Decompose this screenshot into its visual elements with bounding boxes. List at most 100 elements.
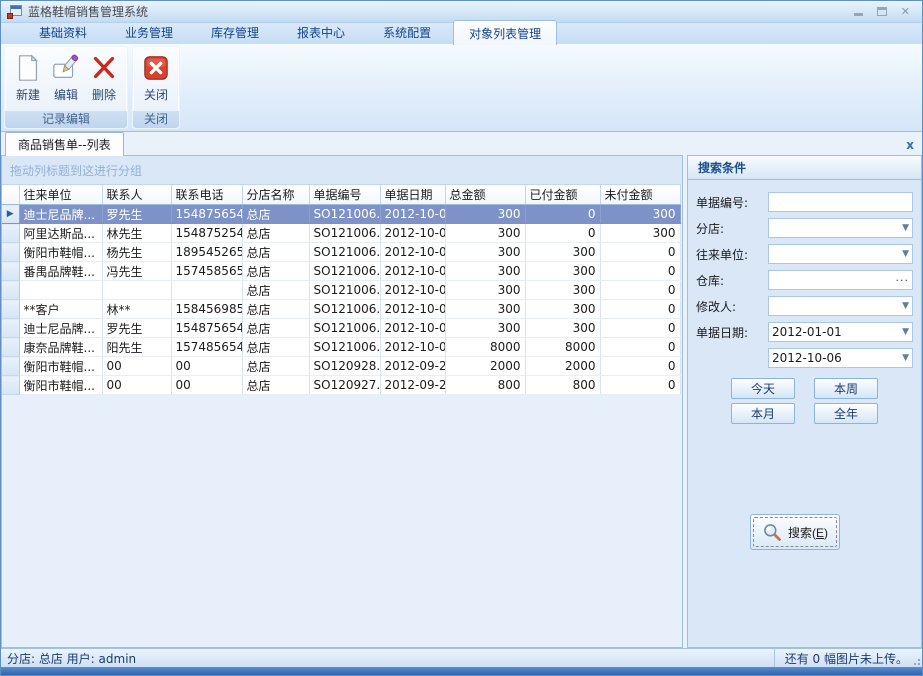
ellipsis-icon[interactable]: ··· <box>896 274 910 287</box>
search-button[interactable]: 搜索(E) <box>750 514 840 550</box>
cell[interactable]: 总店 <box>242 262 309 281</box>
chevron-down-icon[interactable]: ▼ <box>902 353 909 363</box>
table-row[interactable]: 衡阳市鞋帽...0000总店SO120927...2012-09-2780080… <box>2 376 680 395</box>
cell[interactable]: SO121006... <box>309 224 380 243</box>
cell[interactable]: SO121006... <box>309 281 380 300</box>
cell[interactable]: 2012-10-06 <box>380 224 445 243</box>
cell[interactable]: 800 <box>445 376 525 395</box>
cell[interactable]: 2012-10-06 <box>380 262 445 281</box>
cell[interactable] <box>19 281 102 300</box>
cell[interactable]: 0 <box>600 281 680 300</box>
chevron-down-icon[interactable]: ▼ <box>902 327 909 337</box>
cell[interactable]: 300 <box>525 300 600 319</box>
cell[interactable]: 0 <box>525 205 600 224</box>
maximize-icon[interactable] <box>877 7 887 16</box>
cell[interactable]: 0 <box>525 224 600 243</box>
cell[interactable]: **客户 <box>19 300 102 319</box>
column-header-0[interactable]: 往来单位 <box>19 185 102 205</box>
column-header-2[interactable]: 联系电话 <box>171 185 242 205</box>
cell[interactable]: SO121006... <box>309 205 380 224</box>
cell[interactable]: 衡阳市鞋帽... <box>19 357 102 376</box>
cell[interactable]: 2000 <box>445 357 525 376</box>
cell[interactable]: SO121006... <box>309 319 380 338</box>
cell[interactable]: 300 <box>525 319 600 338</box>
partner-select[interactable]: ▼ <box>768 244 913 264</box>
this-year-button[interactable]: 全年 <box>814 403 878 424</box>
cell[interactable]: 衡阳市鞋帽... <box>19 376 102 395</box>
cell[interactable]: 0 <box>600 243 680 262</box>
edit-button[interactable]: 编辑 <box>47 49 85 111</box>
branch-select[interactable]: ▼ <box>768 218 913 238</box>
ribbon-tab-inventory-mgmt[interactable]: 库存管理 <box>195 20 275 44</box>
cell[interactable]: 300 <box>600 205 680 224</box>
chevron-down-icon[interactable]: ▼ <box>902 301 909 311</box>
column-header-1[interactable]: 联系人 <box>102 185 171 205</box>
column-header-3[interactable]: 分店名称 <box>242 185 309 205</box>
delete-button[interactable]: 删除 <box>85 49 123 111</box>
tab-sales-order-list[interactable]: 商品销售单--列表 <box>5 132 124 156</box>
cell[interactable]: 800 <box>525 376 600 395</box>
warehouse-picker[interactable]: ··· <box>768 270 913 290</box>
column-header-4[interactable]: 单据编号 <box>309 185 380 205</box>
close-icon[interactable]: ✕ <box>901 6 910 17</box>
table-row[interactable]: 康奈品牌鞋...阳先生157485654...总店SO121006...2012… <box>2 338 680 357</box>
cell[interactable]: 2012-09-28 <box>380 357 445 376</box>
document-close-icon[interactable]: x <box>906 139 914 151</box>
cell[interactable]: 0 <box>600 376 680 395</box>
cell[interactable]: 158456985... <box>171 300 242 319</box>
cell[interactable]: SO121006... <box>309 300 380 319</box>
date-from-select[interactable]: 2012-01-01▼ <box>768 322 913 342</box>
table-row[interactable]: 番禺品牌鞋...冯先生157458565...总店SO121006...2012… <box>2 262 680 281</box>
chevron-down-icon[interactable]: ▼ <box>902 249 909 259</box>
cell[interactable]: 2012-10-06 <box>380 281 445 300</box>
cell[interactable]: 衡阳市鞋帽... <box>19 243 102 262</box>
cell[interactable]: 300 <box>525 262 600 281</box>
minimize-icon[interactable] <box>854 13 863 16</box>
cell[interactable]: 迪士尼品牌... <box>19 205 102 224</box>
cell[interactable]: 罗先生 <box>102 319 171 338</box>
table-row[interactable]: 总店SO121006...2012-10-063003000 <box>2 281 680 300</box>
cell[interactable]: 157485654... <box>171 338 242 357</box>
cell[interactable]: 总店 <box>242 224 309 243</box>
ribbon-tab-system-config[interactable]: 系统配置 <box>367 20 447 44</box>
cell[interactable]: SO120927... <box>309 376 380 395</box>
cell[interactable]: 154875654... <box>171 205 242 224</box>
cell[interactable]: SO120928... <box>309 357 380 376</box>
this-month-button[interactable]: 本月 <box>731 403 795 424</box>
column-header-8[interactable]: 未付金额 <box>600 185 680 205</box>
cell[interactable]: 总店 <box>242 243 309 262</box>
table-row[interactable]: **客户林**158456985...总店SO121006...2012-10-… <box>2 300 680 319</box>
bill-no-input[interactable] <box>768 192 913 212</box>
column-header-6[interactable]: 总金额 <box>445 185 525 205</box>
cell[interactable]: 2012-10-06 <box>380 338 445 357</box>
today-button[interactable]: 今天 <box>731 378 795 399</box>
cell[interactable]: 阿里达斯品... <box>19 224 102 243</box>
cell[interactable]: 154875654... <box>171 319 242 338</box>
cell[interactable]: SO121006... <box>309 262 380 281</box>
row-indicator[interactable] <box>2 300 19 319</box>
table-row[interactable]: 衡阳市鞋帽...0000总店SO120928...2012-09-2820002… <box>2 357 680 376</box>
cell[interactable]: 00 <box>171 357 242 376</box>
row-indicator[interactable] <box>2 357 19 376</box>
chevron-down-icon[interactable]: ▼ <box>902 223 909 233</box>
group-by-box[interactable]: 拖动列标题到这进行分组 <box>2 156 682 184</box>
table-row[interactable]: 迪士尼品牌...罗先生154875654...总店SO121006...2012… <box>2 319 680 338</box>
date-to-select[interactable]: 2012-10-06▼ <box>768 348 913 368</box>
ribbon-tab-object-list-mgmt[interactable]: 对象列表管理 <box>453 20 557 45</box>
cell[interactable]: 8000 <box>525 338 600 357</box>
cell[interactable] <box>102 281 171 300</box>
cell[interactable]: 康奈品牌鞋... <box>19 338 102 357</box>
cell[interactable]: 8000 <box>445 338 525 357</box>
cell[interactable]: SO121006... <box>309 243 380 262</box>
row-indicator[interactable] <box>2 376 19 395</box>
cell[interactable]: 总店 <box>242 300 309 319</box>
cell[interactable]: 总店 <box>242 357 309 376</box>
cell[interactable]: 00 <box>171 376 242 395</box>
ribbon-tab-business-mgmt[interactable]: 业务管理 <box>109 20 189 44</box>
ribbon-tab-report-center[interactable]: 报表中心 <box>281 20 361 44</box>
cell[interactable]: SO121006... <box>309 338 380 357</box>
close-view-button[interactable]: 关闭 <box>137 49 175 111</box>
cell[interactable]: 0 <box>600 338 680 357</box>
cell[interactable]: 189545265... <box>171 243 242 262</box>
cell[interactable]: 总店 <box>242 376 309 395</box>
